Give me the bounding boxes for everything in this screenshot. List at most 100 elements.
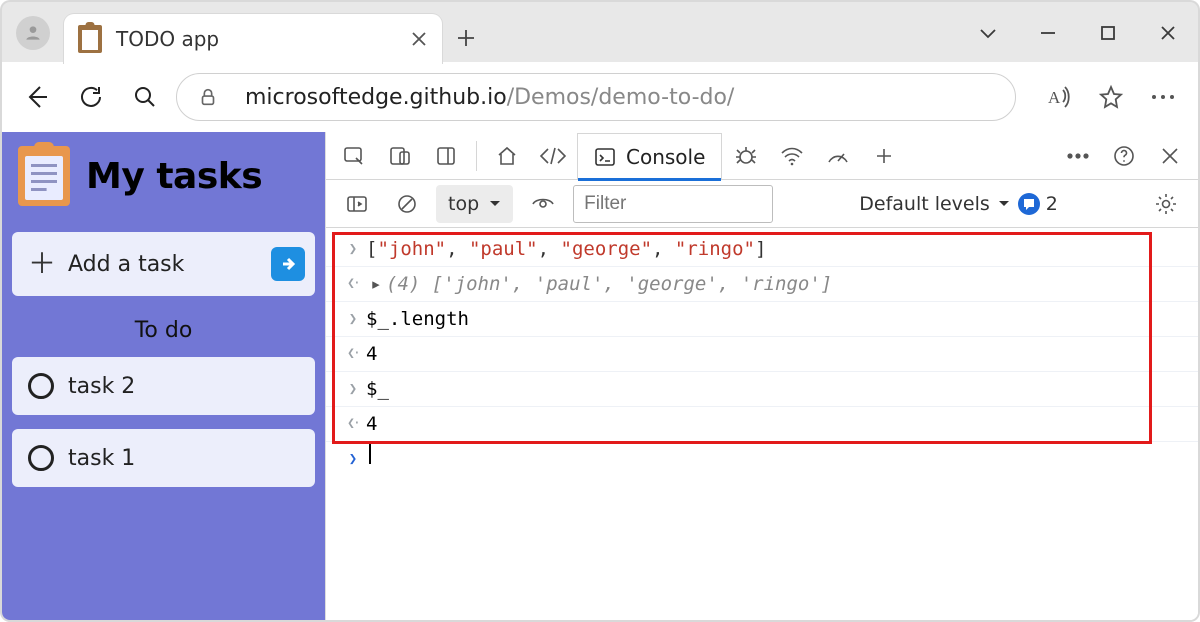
chevron-down-icon — [977, 22, 999, 44]
help-icon — [1112, 144, 1136, 168]
app-header: My tasks — [12, 142, 315, 218]
console-input-row: $_.length — [326, 302, 1198, 337]
task-item[interactable]: task 2 — [12, 357, 315, 415]
section-todo-title: To do — [12, 318, 315, 343]
star-icon — [1098, 84, 1124, 110]
performance-icon — [825, 144, 851, 168]
content: My tasks ＋ Add a task To do task 2 task … — [0, 132, 1200, 622]
home-icon — [495, 144, 519, 168]
add-task-row[interactable]: ＋ Add a task — [12, 232, 315, 296]
more-icon — [1066, 152, 1090, 160]
elements-tab[interactable] — [531, 132, 575, 180]
sidebar-icon — [346, 193, 368, 215]
devtools-more-button[interactable] — [1056, 132, 1100, 180]
close-tab-icon[interactable] — [410, 30, 428, 48]
console-body: ["john", "paul", "george", "ringo"] (4) … — [326, 228, 1198, 620]
welcome-tab[interactable] — [485, 132, 529, 180]
console-tab[interactable]: Console — [577, 133, 722, 179]
arrow-right-icon — [279, 255, 297, 273]
back-button[interactable] — [14, 74, 60, 120]
task-checkbox[interactable] — [28, 445, 54, 471]
clipboard-icon — [78, 25, 102, 53]
help-button[interactable] — [1102, 132, 1146, 180]
refresh-button[interactable] — [68, 74, 114, 120]
plus-icon — [874, 146, 894, 166]
task-checkbox[interactable] — [28, 373, 54, 399]
console-input: ["john", "paul", "george", "ringo"] — [366, 232, 766, 266]
url-host: microsoftedge.github.io — [245, 85, 507, 110]
tab-title: TODO app — [116, 27, 396, 51]
input-marker-icon — [340, 302, 366, 336]
submit-task-button[interactable] — [271, 247, 305, 281]
minimize-icon — [1038, 23, 1058, 43]
dock-button[interactable] — [424, 132, 468, 180]
inspect-icon — [342, 144, 366, 168]
window-chevron-button[interactable] — [958, 2, 1018, 64]
add-task-placeholder: Add a task — [68, 252, 259, 277]
plus-icon — [456, 28, 476, 48]
console-prompt[interactable] — [326, 442, 1198, 476]
console-input: $_ — [366, 372, 389, 406]
log-levels-selector[interactable]: Default levels — [859, 193, 1010, 215]
more-menu-button[interactable] — [1140, 74, 1186, 120]
maximize-icon — [1099, 24, 1117, 42]
minimize-button[interactable] — [1018, 2, 1078, 64]
device-icon — [388, 144, 412, 168]
toggle-drawer-button[interactable] — [336, 185, 378, 223]
levels-label: Default levels — [859, 193, 990, 215]
live-expression-button[interactable] — [521, 185, 565, 223]
task-label: task 1 — [68, 446, 135, 471]
clear-console-button[interactable] — [386, 185, 428, 223]
console-tab-label: Console — [626, 145, 705, 169]
browser-search-button[interactable] — [122, 74, 168, 120]
window-controls — [958, 2, 1198, 64]
url-field[interactable]: microsoftedge.github.io/Demos/demo-to-do… — [176, 73, 1016, 121]
network-tab[interactable] — [770, 132, 814, 180]
output-marker-icon — [340, 337, 366, 371]
inspect-button[interactable] — [332, 132, 376, 180]
console-settings-button[interactable] — [1144, 185, 1188, 223]
close-icon — [1160, 146, 1180, 166]
new-tab-button[interactable] — [442, 14, 490, 62]
console-input-row: ["john", "paul", "george", "ringo"] — [326, 232, 1198, 267]
more-tabs-button[interactable] — [862, 132, 906, 180]
prompt-marker-icon — [340, 442, 366, 476]
plus-icon: ＋ — [28, 250, 56, 278]
console-input: $_.length — [366, 302, 469, 336]
task-item[interactable]: task 1 — [12, 429, 315, 487]
svg-text:A: A — [1048, 88, 1061, 107]
close-icon — [1158, 23, 1178, 43]
input-marker-icon — [340, 372, 366, 406]
sources-tab[interactable] — [724, 132, 768, 180]
expand-arrow-icon[interactable] — [366, 267, 386, 301]
filter-input[interactable] — [573, 185, 773, 223]
chevron-down-icon — [998, 199, 1010, 209]
read-aloud-button[interactable]: A — [1036, 74, 1082, 120]
context-label: top — [448, 193, 479, 215]
chevron-down-icon — [489, 199, 501, 209]
output-marker-icon — [340, 407, 366, 441]
issues-count: 2 — [1046, 193, 1058, 215]
browser-tab[interactable]: TODO app — [64, 14, 442, 64]
device-toggle-button[interactable] — [378, 132, 422, 180]
console-output-row: 4 — [326, 407, 1198, 442]
close-window-button[interactable] — [1138, 2, 1198, 64]
favorite-button[interactable] — [1088, 74, 1134, 120]
clipboard-icon — [18, 146, 70, 206]
url-text: microsoftedge.github.io/Demos/demo-to-do… — [245, 85, 734, 110]
close-devtools-button[interactable] — [1148, 132, 1192, 180]
context-selector[interactable]: top — [436, 185, 513, 223]
profile-avatar[interactable] — [16, 16, 50, 50]
dock-icon — [435, 145, 457, 167]
performance-tab[interactable] — [816, 132, 860, 180]
input-marker-icon — [340, 232, 366, 266]
console-output-row: (4) ['john', 'paul', 'george', 'ringo'] — [326, 267, 1198, 302]
console-output: (4) ['john', 'paul', 'george', 'ringo'] — [386, 267, 832, 301]
lock-icon — [197, 86, 219, 108]
maximize-button[interactable] — [1078, 2, 1138, 64]
gear-icon — [1154, 192, 1178, 216]
issues-counter[interactable]: 2 — [1018, 193, 1058, 215]
console-output: 4 — [366, 337, 377, 371]
output-marker-icon — [340, 267, 366, 301]
devtools-tabs: Console — [326, 132, 1198, 180]
